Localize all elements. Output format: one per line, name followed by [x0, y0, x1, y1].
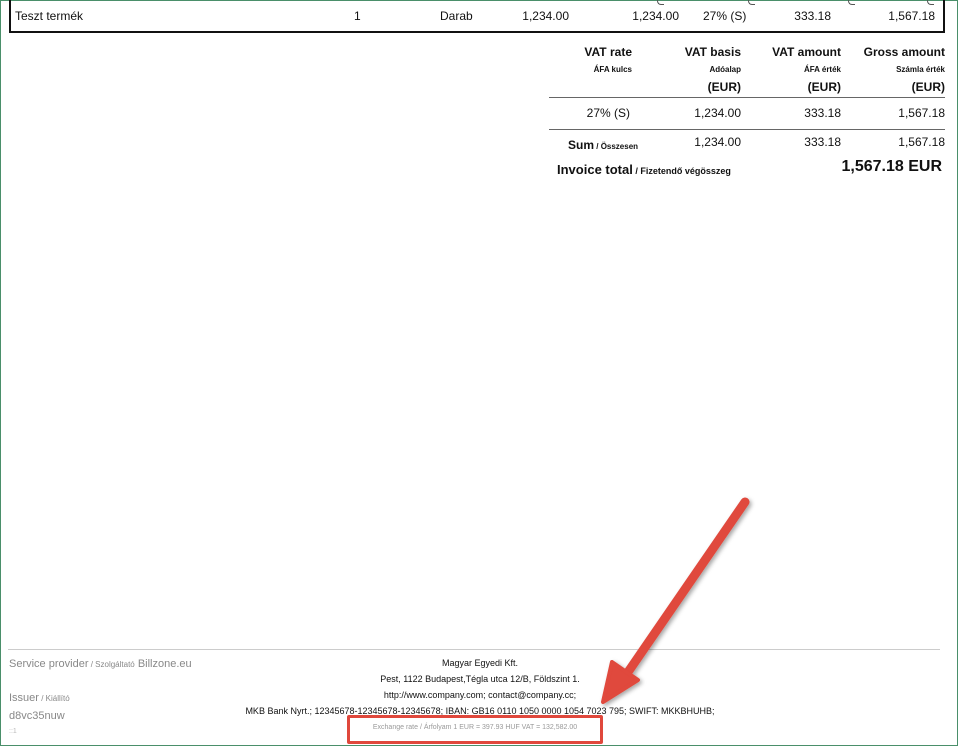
annotation-arrow-icon — [601, 497, 750, 704]
